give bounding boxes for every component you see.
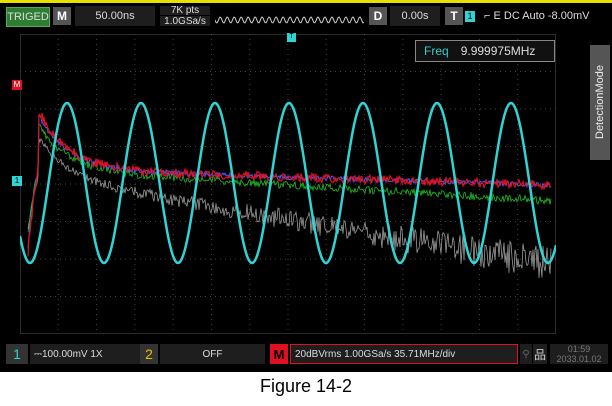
clock: 01:59 2033.01.02 [550, 344, 608, 364]
oscilloscope-screen: TRIGED M 50.00ns 7K pts 1.0GSa/s D 0.00s… [0, 0, 612, 372]
ch1-marker[interactable]: 1 [12, 176, 22, 186]
trigger-button[interactable]: T [445, 7, 463, 25]
time: 01:59 [567, 344, 591, 354]
math-marker[interactable]: M [12, 80, 22, 90]
trigger-status: TRIGED [6, 7, 50, 27]
waveform-area [20, 34, 556, 334]
math-info[interactable]: 20dBVrms 1.00GSa/s 35.71MHz/div [290, 344, 518, 364]
ch2-info[interactable]: OFF [160, 344, 265, 364]
network-icon: 品 [533, 344, 547, 364]
trigger-position-marker[interactable]: T [287, 33, 296, 42]
ch1-info[interactable]: ⎓100.00mV 1X [30, 344, 142, 364]
top-border [0, 0, 612, 3]
timebase[interactable]: 50.00ns [75, 6, 155, 26]
frequency-readout: Freq 9.999975MHz [415, 40, 555, 62]
ch1-button[interactable]: 1 [6, 344, 28, 364]
date: 2033.01.02 [556, 354, 602, 364]
gray-trace [27, 138, 552, 279]
ch2-button[interactable]: 2 [140, 344, 158, 364]
detection-mode-tab[interactable]: DetectionMode [590, 45, 610, 160]
usb-icon: ⚲ [520, 344, 532, 364]
freq-label: Freq [424, 44, 449, 58]
figure-caption: Figure 14-2 [259, 376, 353, 396]
delay-button[interactable]: D [369, 7, 387, 25]
memory-overview [215, 16, 365, 24]
freq-value: 9.999975MHz [460, 44, 536, 58]
points: 7K pts [160, 5, 210, 16]
sample-rate: 1.0GSa/s [160, 16, 210, 27]
math-button[interactable]: M [270, 344, 288, 364]
trigger-info: ⌐ E DC Auto -8.00mV [480, 6, 612, 26]
trigger-channel: 1 [465, 11, 475, 22]
delay-value[interactable]: 0.00s [390, 6, 440, 26]
menu-m-button[interactable]: M [53, 7, 71, 25]
